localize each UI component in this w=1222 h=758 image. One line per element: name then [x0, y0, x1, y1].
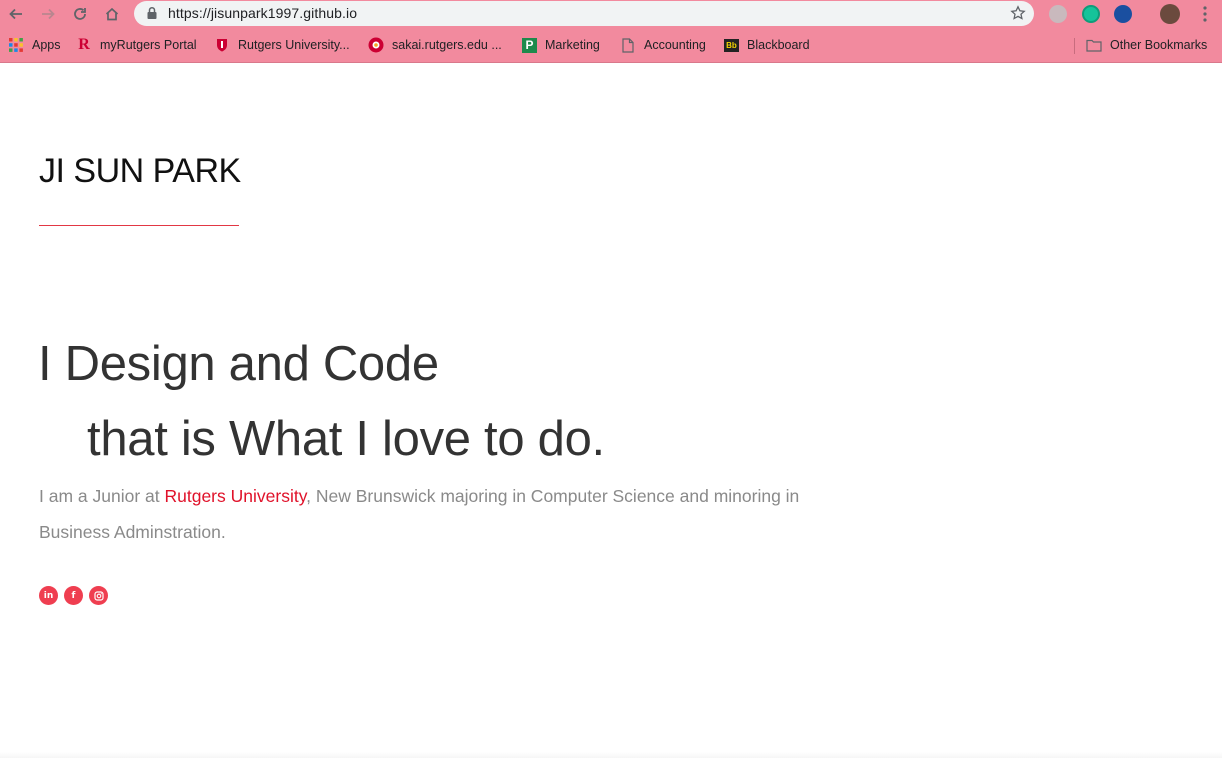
rutgers-r-icon: R	[78, 36, 90, 53]
blackboard-icon: Bb	[724, 38, 739, 52]
bookmark-blackboard[interactable]: Bb Blackboard	[724, 35, 810, 55]
reload-icon	[74, 8, 86, 20]
bookmark-label: Blackboard	[747, 38, 810, 52]
linkedin-label: in	[43, 590, 54, 601]
site-logo[interactable]: JI SUN PARK	[39, 152, 241, 191]
bookmark-label: Rutgers University...	[238, 38, 350, 52]
bookmark-label: myRutgers Portal	[100, 38, 197, 52]
document-icon	[620, 37, 636, 53]
bookmark-apps[interactable]: Apps	[8, 35, 61, 55]
folder-icon	[1086, 37, 1102, 53]
bookmark-label: Accounting	[644, 38, 706, 52]
back-arrow-icon	[9, 8, 22, 20]
instagram-icon[interactable]	[89, 586, 108, 605]
extension-drive-icon[interactable]	[1049, 5, 1067, 23]
page-bottom-edge	[0, 752, 1222, 758]
bookmark-star-icon[interactable]	[1010, 5, 1026, 21]
page-content: JI SUN PARK I Design and Code that is Wh…	[0, 64, 1222, 758]
url-text[interactable]: https://jisunpark1997.github.io	[168, 5, 357, 21]
bookmark-label: Marketing	[545, 38, 600, 52]
address-bar[interactable]: https://jisunpark1997.github.io	[134, 1, 1034, 26]
bookmark-label: Apps	[32, 38, 61, 52]
other-bookmarks-label: Other Bookmarks	[1110, 38, 1208, 52]
rutgers-shield-icon	[214, 37, 230, 53]
linkedin-icon[interactable]: in	[39, 586, 58, 605]
home-icon	[105, 7, 119, 21]
home-button[interactable]	[101, 3, 123, 25]
forward-button[interactable]	[37, 3, 59, 25]
browser-toolbar: https://jisunpark1997.github.io	[0, 0, 1222, 28]
profile-avatar[interactable]	[1160, 4, 1180, 24]
lock-icon	[147, 6, 157, 19]
apps-grid-icon	[8, 37, 24, 53]
reload-button[interactable]	[69, 3, 91, 25]
instagram-glyph	[93, 590, 104, 601]
logo-underline	[39, 225, 239, 226]
headline-line-2: that is What I love to do.	[87, 412, 605, 466]
facebook-label: f	[71, 590, 76, 601]
rutgers-link[interactable]: Rutgers University	[164, 486, 306, 506]
browser-chrome: https://jisunpark1997.github.io Apps R m…	[0, 0, 1222, 63]
extension-blue-icon[interactable]	[1114, 5, 1132, 23]
bio-paragraph: I am a Junior at Rutgers University, New…	[39, 478, 819, 550]
bookmarks-divider	[1074, 38, 1075, 54]
bookmark-rutgers-university[interactable]: Rutgers University...	[214, 35, 350, 55]
grammarly-icon[interactable]	[1082, 5, 1100, 23]
browser-menu-icon[interactable]	[1200, 5, 1210, 23]
facebook-icon[interactable]: f	[64, 586, 83, 605]
marketing-p-icon: P	[522, 37, 537, 53]
forward-arrow-icon	[42, 8, 55, 20]
bio-text-start: I am a Junior at	[39, 486, 165, 506]
other-bookmarks[interactable]: Other Bookmarks	[1086, 35, 1207, 55]
bookmark-sakai[interactable]: sakai.rutgers.edu ...	[368, 35, 502, 55]
sakai-icon	[368, 37, 384, 53]
headline-line-1: I Design and Code	[38, 337, 439, 391]
social-links: in f	[39, 586, 108, 605]
bookmark-myrutgers[interactable]: R myRutgers Portal	[76, 35, 197, 55]
bookmarks-bar: Apps R myRutgers Portal Rutgers Universi…	[0, 33, 1222, 57]
bookmark-marketing[interactable]: P Marketing	[522, 35, 600, 55]
bookmark-accounting[interactable]: Accounting	[620, 35, 706, 55]
bookmark-label: sakai.rutgers.edu ...	[392, 38, 502, 52]
back-button[interactable]	[5, 3, 27, 25]
